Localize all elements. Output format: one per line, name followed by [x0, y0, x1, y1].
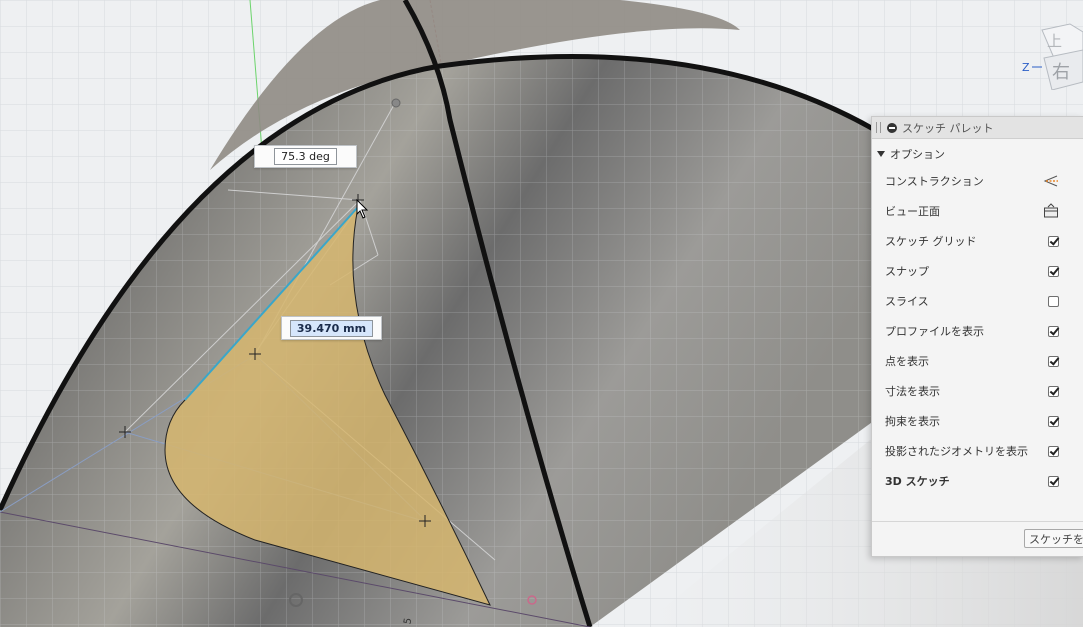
sketch-palette[interactable]: スケッチ パレット オプション コンストラクション ビュー正面 スケッチ グリッ… [871, 116, 1083, 557]
option-label: コンストラクション [885, 175, 984, 188]
option-label: スナップ [885, 265, 929, 278]
angle-value[interactable]: 75.3 deg [274, 148, 337, 165]
option-show-profile[interactable]: プロファイルを表示 [872, 316, 1083, 346]
option-label: 3D スケッチ [885, 475, 950, 488]
show-projected-geometry-checkbox[interactable] [1048, 445, 1059, 457]
option-slice[interactable]: スライス [872, 286, 1083, 316]
option-label: プロファイルを表示 [885, 325, 984, 338]
triangle-down-icon[interactable] [877, 151, 885, 157]
drag-handle-icon[interactable] [876, 122, 881, 133]
look-at-icon[interactable] [1043, 203, 1059, 219]
option-construction[interactable]: コンストラクション [872, 166, 1083, 196]
section-options[interactable]: オプション [872, 142, 1083, 166]
finish-sketch-button[interactable]: スケッチを [1024, 529, 1083, 548]
option-label: 寸法を表示 [885, 385, 940, 398]
palette-footer: スケッチを [872, 521, 1083, 556]
option-show-points[interactable]: 点を表示 [872, 346, 1083, 376]
show-constraints-checkbox[interactable] [1048, 415, 1059, 427]
option-show-constraints[interactable]: 拘束を表示 [872, 406, 1083, 436]
option-label: スケッチ グリッド [885, 235, 977, 248]
show-dimensions-checkbox[interactable] [1048, 385, 1059, 397]
option-label: ビュー正面 [885, 205, 940, 218]
slice-checkbox[interactable] [1048, 295, 1059, 307]
palette-titlebar[interactable]: スケッチ パレット [872, 117, 1083, 139]
center-point[interactable] [391, 98, 401, 108]
option-show-dimensions[interactable]: 寸法を表示 [872, 376, 1083, 406]
length-dimension-input[interactable]: 39.470 mm [281, 316, 382, 340]
snap-checkbox[interactable] [1048, 265, 1059, 277]
option-3d-sketch[interactable]: 3D スケッチ [872, 466, 1083, 496]
view-cube-top-label: 上 [1047, 32, 1062, 50]
section-options-label: オプション [890, 148, 945, 161]
option-label: 投影されたジオメトリを表示 [885, 445, 1028, 458]
option-label: 拘束を表示 [885, 415, 940, 428]
option-show-projected-geometry[interactable]: 投影されたジオメトリを表示 [872, 436, 1083, 466]
option-label: 点を表示 [885, 355, 929, 368]
option-label: スライス [885, 295, 929, 308]
palette-title: スケッチ パレット [902, 121, 994, 135]
option-snap[interactable]: スナップ [872, 256, 1083, 286]
angle-dimension-input[interactable]: 75.3 deg [254, 145, 357, 168]
construction-line-icon[interactable] [1043, 173, 1059, 189]
sketch-grid-checkbox[interactable] [1048, 235, 1059, 247]
length-value[interactable]: 39.470 mm [289, 319, 374, 337]
view-cube[interactable]: 上 右 [1030, 20, 1083, 91]
option-sketch-grid[interactable]: スケッチ グリッド [872, 226, 1083, 256]
z-axis-label: Z [1022, 61, 1030, 74]
show-points-checkbox[interactable] [1048, 355, 1059, 367]
collapse-icon[interactable] [887, 122, 897, 133]
3d-sketch-checkbox[interactable] [1048, 475, 1059, 487]
show-profile-checkbox[interactable] [1048, 325, 1059, 337]
option-look-at[interactable]: ビュー正面 [872, 196, 1083, 226]
view-cube-front-label: 右 [1052, 62, 1070, 83]
